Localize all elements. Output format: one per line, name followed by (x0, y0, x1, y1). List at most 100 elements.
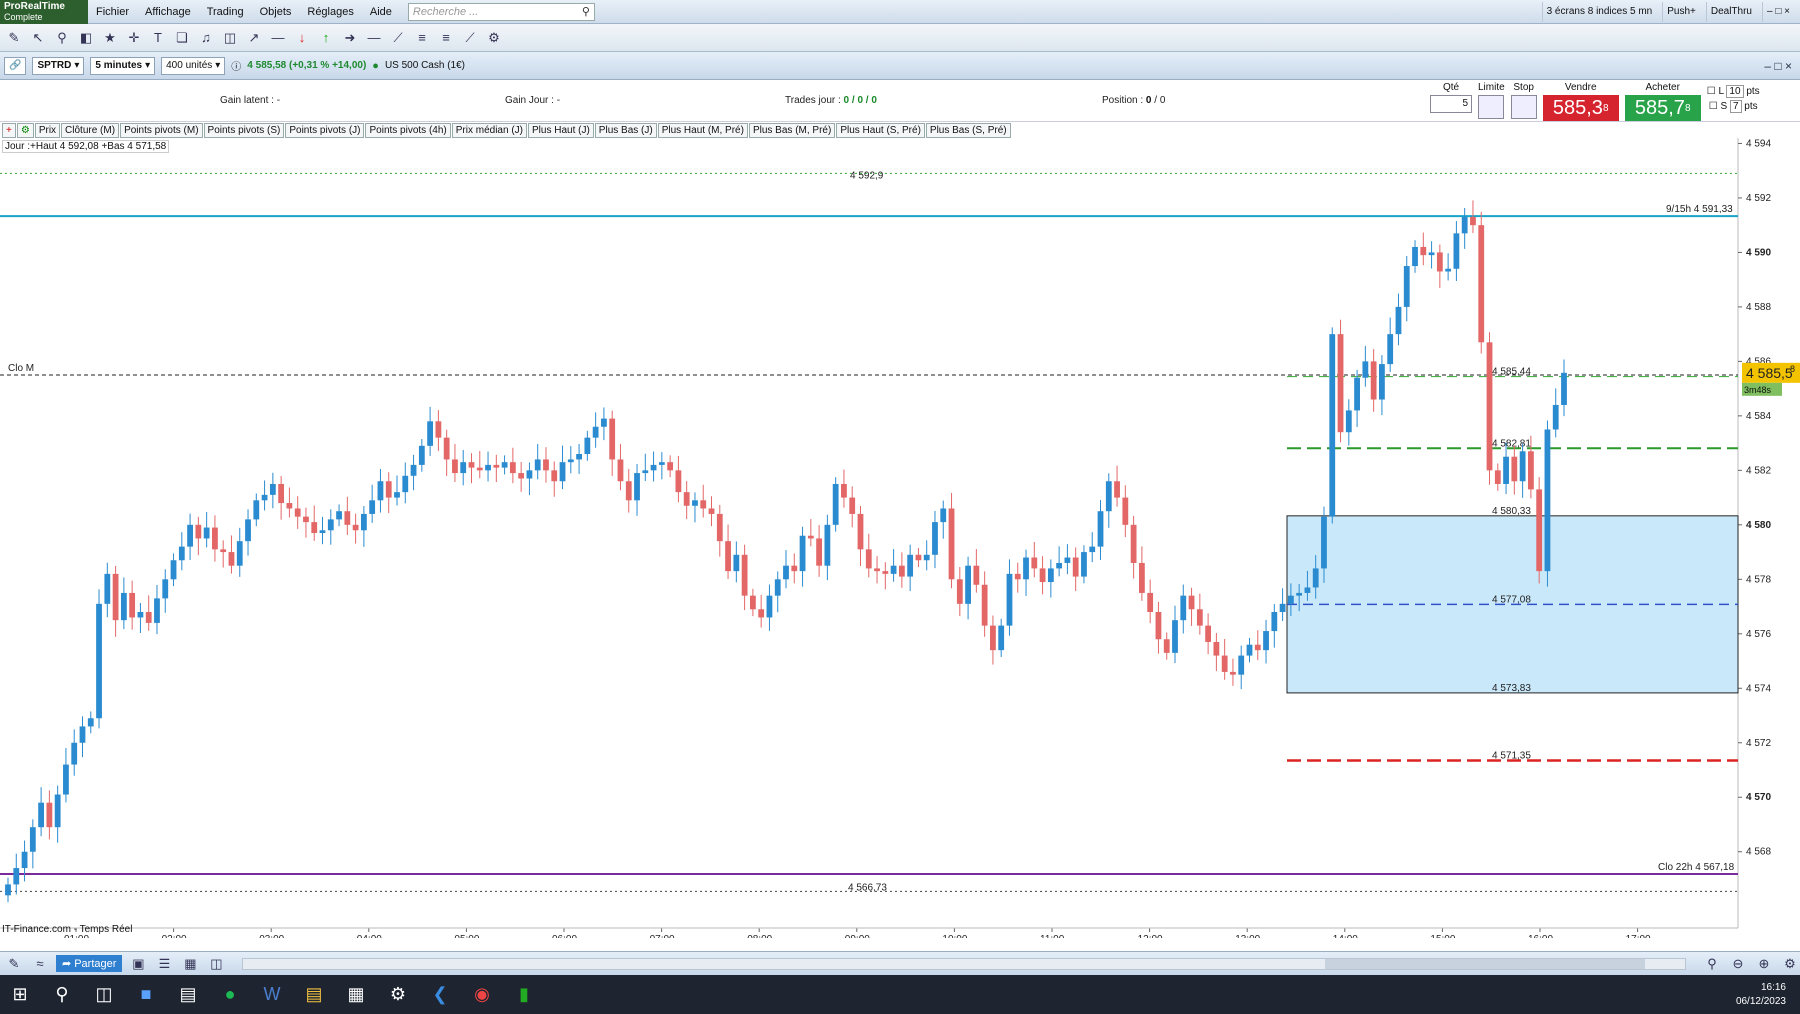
indicator-plus-haut-j[interactable]: Plus Haut (J) (528, 122, 594, 138)
zoom-fit-icon[interactable]: ⚲ (1702, 954, 1722, 974)
timeframe-select[interactable]: 5 minutes ▾ (90, 56, 156, 75)
segment-icon[interactable]: — (268, 28, 288, 48)
copy-icon[interactable]: ❏ (172, 28, 192, 48)
vscode-icon[interactable]: ❮ (428, 983, 452, 1007)
spotify-icon[interactable]: ● (218, 983, 242, 1007)
alert-bell-icon[interactable]: ♫ (196, 28, 216, 48)
add-indicator-icon[interactable]: + (2, 122, 16, 138)
chart-window-controls-icon[interactable]: – □ × (1764, 59, 1800, 73)
horizontal-line-icon[interactable]: — (364, 28, 384, 48)
dealthru-button[interactable]: DealThru (1705, 1, 1756, 22)
store-icon[interactable]: ■ (134, 983, 158, 1007)
push-button[interactable]: Push+ (1662, 1, 1700, 22)
screenshot-icon[interactable]: ▣ (128, 954, 148, 974)
buy-button[interactable]: 585,7 8 (1624, 95, 1701, 121)
s-option[interactable]: ☐ S 7 pts (1709, 100, 1758, 113)
qty-input[interactable]: 5 (1430, 95, 1472, 113)
calculator-icon[interactable]: ▦ (344, 983, 368, 1007)
red-arrow-icon[interactable]: ↓ (292, 28, 312, 48)
word-icon[interactable]: W (260, 983, 284, 1007)
menu-aide[interactable]: Aide (362, 6, 400, 18)
ruler-icon[interactable]: ◧ (76, 28, 96, 48)
settings-indicator-icon[interactable]: ⚙ (16, 122, 34, 138)
paint-icon[interactable]: ⚙ (386, 983, 410, 1007)
screens-button[interactable]: 3 écrans 8 indices 5 mn (1541, 1, 1657, 22)
sell-button[interactable]: 585,3 8 (1542, 95, 1619, 121)
indicator-pivots-4h[interactable]: Points pivots (4h) (365, 122, 451, 138)
indicator-prix-median[interactable]: Prix médian (J) (451, 122, 527, 138)
candle-body (1122, 497, 1129, 525)
units-select[interactable]: 400 unités ▾ (161, 56, 226, 75)
indicator-plus-haut-s[interactable]: Plus Haut (S, Pré) (836, 122, 925, 138)
crosshair-icon[interactable]: ✛ (124, 28, 144, 48)
list-icon[interactable]: ☰ (154, 954, 174, 974)
scroll-thumb[interactable] (1325, 958, 1645, 969)
indicator-cloture[interactable]: Clôture (M) (61, 122, 120, 138)
magic-tool-icon[interactable]: ★ (100, 28, 120, 48)
indicator-prix[interactable]: Prix (34, 122, 61, 138)
task-view-icon[interactable]: ◫ (92, 983, 116, 1007)
candle-body (212, 527, 218, 550)
trendline-icon[interactable]: ⟋ (388, 28, 408, 48)
arrow-line-icon[interactable]: ↗ (244, 28, 264, 48)
menu-affichage[interactable]: Affichage (137, 6, 199, 18)
indicator-pivots-m[interactable]: Points pivots (M) (120, 122, 203, 138)
indicator-plus-bas-m[interactable]: Plus Bas (M, Pré) (748, 122, 836, 138)
prorealtime-icon[interactable]: ▮ (512, 983, 536, 1007)
chart-area[interactable]: 4 594 4 592 4 590 4 588 4 586 4 584 4 582 4 580… (0, 138, 1800, 938)
chart-type-icon[interactable]: ✎ (4, 954, 24, 974)
share-button[interactable]: ➦ Partager (56, 955, 123, 972)
limit-button[interactable] (1478, 95, 1505, 119)
chart-settings-icon[interactable]: ⚙ (1780, 954, 1800, 974)
layout-icon[interactable]: ◫ (206, 954, 226, 974)
menu-fichier[interactable]: Fichier (88, 6, 137, 18)
candle-body (427, 421, 434, 446)
link-icon[interactable]: 🔗 (4, 56, 27, 75)
grid-icon[interactable]: ▦ (180, 954, 200, 974)
pencil-icon[interactable]: ✎ (4, 28, 24, 48)
candle-body (882, 571, 889, 574)
green-arrow-icon[interactable]: ↑ (316, 28, 336, 48)
file-manager-icon[interactable]: ▤ (176, 983, 200, 1007)
l-option[interactable]: ☐ L 10 pts (1707, 85, 1760, 98)
price-chart[interactable]: 4 5944 5924 5904 5884 5864 5844 5824 580… (0, 138, 1800, 938)
text-tool-icon[interactable]: T (148, 28, 168, 48)
candle-body (708, 508, 715, 514)
explorer-icon[interactable]: ▤ (302, 983, 326, 1007)
fibonacci-icon[interactable]: ≡ (436, 28, 456, 48)
stop-button[interactable] (1510, 95, 1537, 119)
trash-icon[interactable]: ◫ (220, 28, 240, 48)
ticker-select[interactable]: SPTRD ▾ (32, 56, 85, 75)
line-chart-icon[interactable]: ≈ (30, 954, 50, 974)
settings-icon[interactable]: ⚙ (484, 28, 504, 48)
horizontal-scrollbar[interactable] (242, 957, 1686, 970)
zoom-icon[interactable]: ⚲ (52, 28, 72, 48)
indicator-plus-haut-m[interactable]: Plus Haut (M, Pré) (657, 122, 748, 138)
cursor-icon[interactable]: ↖ (28, 28, 48, 48)
candle-body (344, 511, 351, 525)
indicator-pivots-s[interactable]: Points pivots (S) (203, 122, 285, 138)
indicator-plus-bas-j[interactable]: Plus Bas (J) (594, 122, 657, 138)
indicator-plus-bas-s[interactable]: Plus Bas (S, Pré) (925, 122, 1011, 138)
channel-icon[interactable]: ≡ (412, 28, 432, 48)
menu-objets[interactable]: Objets (252, 6, 300, 18)
candle-body (236, 541, 243, 566)
level-label: 4 580,33 (1492, 506, 1531, 517)
gann-icon[interactable]: ⟋ (460, 28, 480, 48)
menu-trading[interactable]: Trading (199, 6, 252, 18)
zoom-in-icon[interactable]: ⊕ (1754, 954, 1774, 974)
candle-body (774, 579, 781, 596)
search-input[interactable]: Recherche ... ⚲ (407, 2, 595, 21)
menu-reglages[interactable]: Réglages (299, 6, 361, 18)
candle-body (509, 462, 516, 474)
window-controls-icon[interactable]: – □ × (1762, 1, 1794, 22)
info-icon[interactable]: ⓘ (231, 58, 241, 73)
menu-bar: ProRealTime Complete Fichier Affichage Tr… (0, 0, 1800, 24)
zoom-out-icon[interactable]: ⊖ (1728, 954, 1748, 974)
chrome-icon[interactable]: ◉ (470, 983, 494, 1007)
indicator-pivots-j[interactable]: Points pivots (J) (285, 122, 365, 138)
windows-start-icon[interactable]: ⊞ (8, 983, 32, 1007)
search-icon[interactable]: ⚲ (582, 5, 590, 18)
black-arrow-icon[interactable]: ➜ (340, 28, 360, 48)
search-icon[interactable]: ⚲ (50, 983, 74, 1007)
